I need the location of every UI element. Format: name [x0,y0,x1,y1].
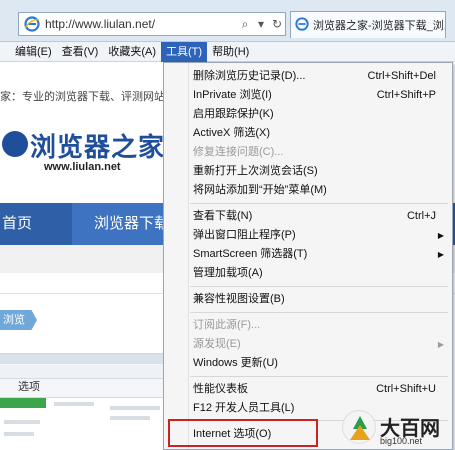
url-text[interactable]: http://www.liulan.net/ [45,17,237,31]
watermark-sub: big100.net [380,436,423,446]
menu-file[interactable] [0,42,10,62]
menu-tools[interactable]: 工具(T) [161,41,208,62]
menu-item-label: 源发现(E) [193,338,241,350]
menu-item-label: 修复连接问题(C)... [193,146,284,158]
menu-item-label: 将网站添加到“开始”菜单(M) [193,184,327,196]
menu-item-view-downloads[interactable]: 查看下载(N) Ctrl+J [164,207,452,226]
menu-item-feed-discovery: 源发现(E) ▶ [164,335,452,354]
embedded-line [110,406,160,410]
menu-help[interactable]: 帮助(H) [207,42,254,62]
menu-item-performance-dashboard[interactable]: 性能仪表板 Ctrl+Shift+U [164,380,452,399]
menu-item-label: Windows 更新(U) [193,357,278,369]
logo-url: www.liulan.net [44,161,121,173]
menu-item-tracking-protection[interactable]: 启用跟踪保护(K) [164,105,452,124]
menu-item-label: InPrivate 浏览(I) [193,89,272,101]
menu-item-activex-filter[interactable]: ActiveX 筛选(X) [164,124,452,143]
menu-item-label: 兼容性视图设置(B) [193,293,285,305]
menu-item-windows-update[interactable]: Windows 更新(U) [164,354,452,373]
menu-item-popup-blocker[interactable]: 弹出窗口阻止程序(P) ▶ [164,226,452,245]
menu-item-inprivate[interactable]: InPrivate 浏览(I) Ctrl+Shift+P [164,86,452,105]
menu-item-manage-addons[interactable]: 管理加载项(A) [164,264,452,283]
logo-title: 浏览器之家 [30,132,166,162]
menu-separator [190,376,448,377]
embedded-addressbar [0,365,175,379]
menu-separator [190,286,448,287]
watermark-logo-icon [342,410,376,444]
ie-icon [23,15,41,33]
menu-edit[interactable]: 编辑(E) [10,42,57,62]
menu-item-smartscreen[interactable]: SmartScreen 筛选器(T) ▶ [164,245,452,264]
highlight-box [168,419,318,447]
site-tagline: 家：专业的浏览器下载、评测网站 [0,91,165,103]
watermark: 大百网 big100.net [342,410,450,448]
menu-item-label: 订阅此源(F)... [193,319,261,331]
menu-item-shortcut: Ctrl+J [406,210,436,222]
tag-button[interactable]: 浏览 [0,310,37,330]
search-icon[interactable]: ⌕ [237,15,253,33]
embedded-title: 选项 [18,381,40,393]
embedded-line [4,420,40,424]
menu-item-label: 重新打开上次浏览会话(S) [193,165,318,177]
menu-item-label: SmartScreen 筛选器(T) [193,248,308,260]
embedded-screenshot: 选项 [0,353,175,450]
menu-item-shortcut: Ctrl+Shift+Del [367,70,436,82]
embedded-green-bar [0,398,46,408]
menu-item-add-to-start[interactable]: 将网站添加到“开始”菜单(M) [164,181,452,200]
submenu-arrow-icon: ▶ [437,231,444,240]
menu-view[interactable]: 查看(V) [57,42,104,62]
embedded-line [4,432,34,436]
embedded-line [110,416,150,420]
address-box[interactable]: http://www.liulan.net/ ⌕ ▾ ↻ [18,12,286,36]
menu-separator [190,203,448,204]
submenu-arrow-icon: ▶ [437,340,444,349]
menu-item-fix-connection: 修复连接问题(C)... [164,143,452,162]
tools-menu: 删除浏览历史记录(D)... Ctrl+Shift+Del InPrivate 浏… [163,62,453,450]
menu-item-label: ActiveX 筛选(X) [193,127,271,139]
embedded-panel [0,397,175,450]
menu-item-label: 查看下载(N) [193,210,253,222]
menu-favorites[interactable]: 收藏夹(A) [103,42,161,62]
menu-item-compat-view[interactable]: 兼容性视图设置(B) [164,290,452,309]
menu-item-label: F12 开发人员工具(L) [193,402,295,414]
submenu-arrow-icon: ▶ [437,250,444,259]
menu-item-reopen-session[interactable]: 重新打开上次浏览会话(S) [164,162,452,181]
menu-item-delete-history[interactable]: 删除浏览历史记录(D)... Ctrl+Shift+Del [164,67,452,86]
browser-tab[interactable]: 浏览器之家-浏览器下载_浏... [290,11,446,38]
dropdown-icon[interactable]: ▾ [253,15,269,33]
refresh-icon[interactable]: ↻ [269,15,285,33]
menu-item-label: 删除浏览历史记录(D)... [193,70,306,82]
tab-title: 浏览器之家-浏览器下载_浏... [313,20,445,32]
tab-ie-icon [295,16,309,34]
embedded-titlebar [0,354,175,364]
menu-item-label: 管理加载项(A) [193,267,263,279]
menu-bar: 编辑(E) 查看(V) 收藏夹(A) 工具(T) 帮助(H) [0,41,455,62]
logo-mark-icon [2,131,28,157]
nav-home[interactable]: 首页 [0,203,32,245]
menu-item-label: 启用跟踪保护(K) [193,108,274,120]
embedded-line [54,402,94,406]
menu-item-label: 性能仪表板 [193,383,248,395]
menu-item-subscribe-feed: 订阅此源(F)... [164,316,452,335]
menu-item-shortcut: Ctrl+Shift+P [376,89,436,101]
menu-item-shortcut: Ctrl+Shift+U [376,383,436,395]
menu-item-label: 弹出窗口阻止程序(P) [193,229,296,241]
menu-separator [190,312,448,313]
address-bar-row: http://www.liulan.net/ ⌕ ▾ ↻ 浏览器之家-浏览器下载… [0,0,455,42]
